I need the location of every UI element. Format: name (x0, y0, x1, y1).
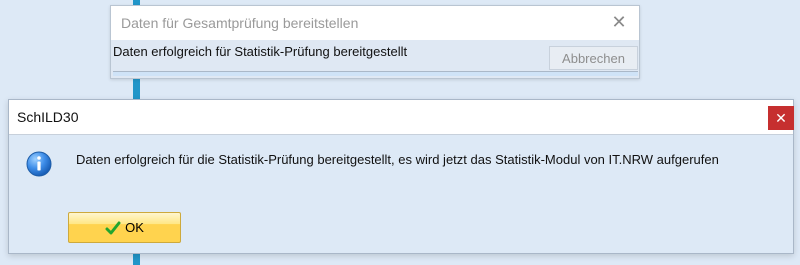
progress-window-body: Daten erfolgreich für Statistik-Prüfung … (111, 40, 639, 78)
cancel-button[interactable]: Abbrechen (549, 46, 638, 70)
dialog-title: SchILD30 (17, 109, 79, 125)
message-dialog: SchILD30 ✕ Daten erfolgreich für die Sta… (8, 99, 794, 254)
info-icon (26, 151, 52, 177)
ok-button[interactable]: OK (68, 212, 181, 243)
ok-button-label: OK (125, 220, 144, 235)
progress-bar (113, 71, 638, 76)
progress-status-message: Daten erfolgreich für Statistik-Prüfung … (113, 44, 408, 59)
dialog-message: Daten erfolgreich für die Statistik-Prüf… (76, 152, 719, 167)
close-icon[interactable]: ✕ (768, 106, 794, 130)
progress-fill (113, 72, 638, 76)
progress-window-titlebar: Daten für Gesamtprüfung bereitstellen ✕ (111, 6, 639, 40)
ok-button-content: OK (105, 213, 144, 242)
dialog-titlebar: SchILD30 ✕ (9, 100, 794, 135)
check-icon (105, 221, 121, 234)
progress-window-title: Daten für Gesamtprüfung bereitstellen (121, 15, 359, 31)
desktop-background: Daten für Gesamtprüfung bereitstellen ✕ … (0, 0, 800, 265)
progress-window: Daten für Gesamtprüfung bereitstellen ✕ … (110, 5, 640, 79)
close-icon[interactable]: ✕ (610, 13, 628, 31)
